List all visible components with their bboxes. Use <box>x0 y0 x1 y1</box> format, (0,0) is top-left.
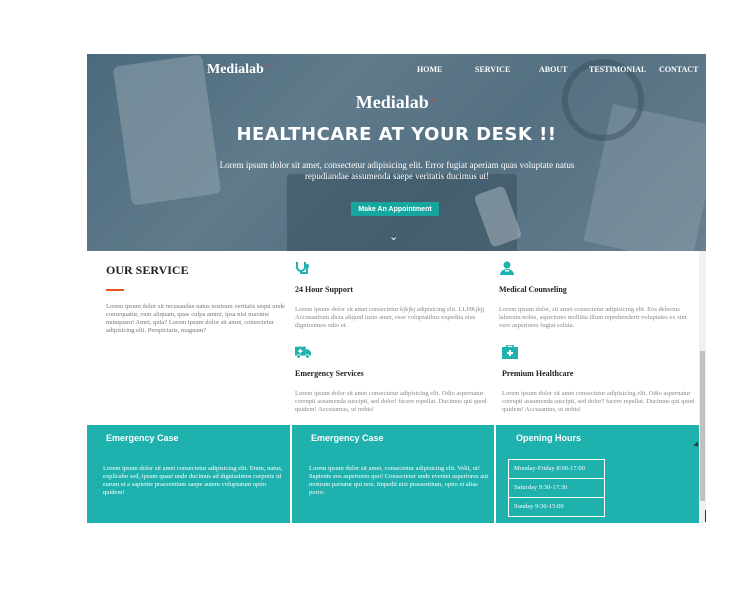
chevron-down-icon[interactable]: ⌄ <box>389 230 398 243</box>
text-cursor-mark <box>705 510 706 522</box>
plus-icon: + <box>429 92 438 107</box>
card-title: 24 Hour Support <box>295 285 354 294</box>
hours-row: Sunday 9:30-15:00 <box>514 503 564 510</box>
main-nav: HOME SERVICE ABOUT TESTIMONIAL CONTACT <box>417 65 706 77</box>
panel-text: Lorem ipsum dolor sit amet consectetur a… <box>103 465 283 496</box>
scrollbar-thumb[interactable] <box>700 351 705 501</box>
card-title: Medical Counseling <box>499 285 567 294</box>
nav-about[interactable]: ABOUT <box>539 65 567 74</box>
card-text: Lorem ipsum dolor sit amet consectetur a… <box>295 390 487 413</box>
nav-testimonial[interactable]: TESTIMONIAL <box>589 65 646 74</box>
nav-logo-text: Medialab <box>207 62 264 77</box>
emergency-case-panel: Emergency Case Lorem ipsum dolor sit ame… <box>87 425 290 523</box>
hero-title: HEALTHCARE AT YOUR DESK !! <box>236 124 557 145</box>
hero-section: Medialab+ HOME SERVICE ABOUT TESTIMONIAL… <box>87 54 706 251</box>
make-appointment-button[interactable]: Make An Appointment <box>351 202 439 216</box>
browser-viewport: Medialab+ HOME SERVICE ABOUT TESTIMONIAL… <box>87 54 706 523</box>
plus-icon: + <box>264 62 271 73</box>
card-text: Lorem ipsum dolor sit amet consectetur a… <box>502 390 695 413</box>
doctor-icon <box>500 261 514 275</box>
vertical-scrollbar[interactable] <box>699 251 706 523</box>
hero-text: Lorem ipsum dolor sit amet, consectetur … <box>219 160 575 181</box>
hours-row: Saturday 9:30-17:30 <box>509 479 604 498</box>
nav-service[interactable]: SERVICE <box>475 65 510 74</box>
hours-row: Monday-Friday 8:00-17:00 <box>509 460 604 479</box>
card-title: Emergency Services <box>295 369 364 378</box>
card-title: Premium Healthcare <box>502 369 574 378</box>
panel-text: Lorem ipsum dolor sit amet, consectetur … <box>309 465 489 496</box>
service-heading: OUR SERVICE <box>106 263 189 277</box>
panel-title: Opening Hours <box>516 433 581 443</box>
service-divider <box>106 289 124 291</box>
hero-overlay <box>87 54 706 251</box>
opening-hours-table: Monday-Friday 8:00-17:00 Saturday 9:30-1… <box>508 459 605 517</box>
panel-title: Emergency Case <box>311 433 384 443</box>
card-text: Lorem ipsum dolor, sit amet consectetur … <box>499 306 687 329</box>
ambulance-icon <box>295 346 311 359</box>
nav-home[interactable]: HOME <box>417 65 442 74</box>
medkit-icon <box>502 345 518 359</box>
card-text: Lorem ipsum dolor sit amet consectetur k… <box>295 306 485 329</box>
emergency-case-panel: Emergency Case Lorem ipsum dolor sit ame… <box>292 425 494 523</box>
stethoscope-icon <box>296 262 309 274</box>
nav-contact[interactable]: CONTACT <box>659 65 698 74</box>
panel-title: Emergency Case <box>106 433 179 443</box>
opening-hours-panel: Opening Hours Monday-Friday 8:00-17:00 S… <box>496 425 701 523</box>
nav-logo[interactable]: Medialab+ <box>207 62 270 78</box>
service-text: Lorem ipsum dolor sit recusandae natus n… <box>106 303 285 334</box>
hero-logo: Medialab+ <box>87 92 706 113</box>
hero-logo-text: Medialab <box>355 92 429 112</box>
